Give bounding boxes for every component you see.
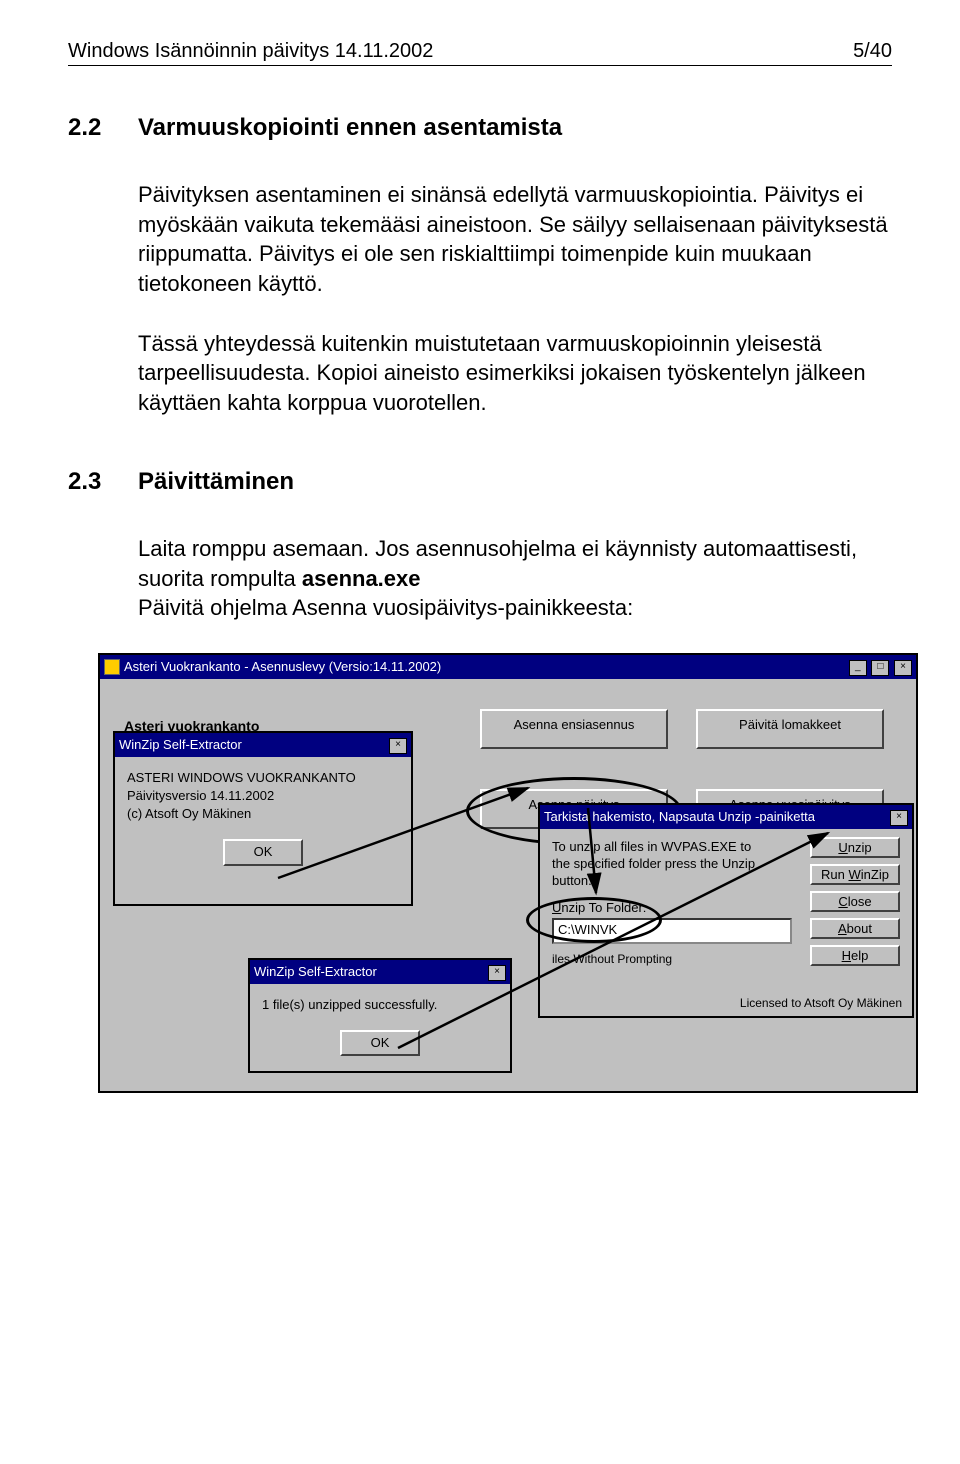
header-right: 5/40 <box>853 40 892 63</box>
update-forms-button[interactable]: Päivitä lomakkeet <box>696 709 884 749</box>
unzip-button[interactable]: Unzip <box>810 837 900 858</box>
self-extractor-info-titlebar: WinZip Self-Extractor × <box>115 733 411 757</box>
header-left: Windows Isännöinnin päivitys 14.11.2002 <box>68 40 433 63</box>
close-icon[interactable]: × <box>894 660 912 676</box>
help-button[interactable]: Help <box>810 945 900 966</box>
unzip-dialog-window: Tarkista hakemisto, Napsauta Unzip -pain… <box>538 803 914 1018</box>
self-extractor-success-window: WinZip Self-Extractor × 1 file(s) unzipp… <box>248 958 512 1073</box>
section-2-3-para1: Laita romppu asemaan. Jos asennusohjelma… <box>138 534 892 593</box>
maximize-icon[interactable]: □ <box>871 660 889 676</box>
section-2-2-para1: Päivityksen asentaminen ei sinänsä edell… <box>138 180 892 299</box>
close-icon[interactable]: × <box>890 810 908 826</box>
unzip-folder-input[interactable]: C:\WINVK <box>552 918 792 944</box>
install-first-button[interactable]: Asenna ensiasennus <box>480 709 668 749</box>
window-controls: _ □ × <box>848 657 912 676</box>
close-button[interactable]: Close <box>810 891 900 912</box>
section-2-2-para2: Tässä yhteydessä kuitenkin muistutetaan … <box>138 329 892 418</box>
unzip-instruction-text: To unzip all files in WVPAS.EXE to the s… <box>552 839 772 890</box>
about-button[interactable]: About <box>810 918 900 939</box>
section-2-3-para2: Päivitä ohjelma Asenna vuosipäivitys-pai… <box>138 593 892 623</box>
ok-button[interactable]: OK <box>340 1030 420 1056</box>
close-icon[interactable]: × <box>488 965 506 981</box>
page-header: Windows Isännöinnin päivitys 14.11.2002 … <box>68 40 892 66</box>
ok-button[interactable]: OK <box>223 839 303 865</box>
section-2-2-heading: 2.2Varmuuskopiointi ennen asentamista <box>68 114 892 142</box>
app-icon <box>104 659 120 675</box>
installer-titlebar: Asteri Vuokrankanto - Asennuslevy (Versi… <box>100 655 916 679</box>
section-2-3-heading: 2.3Päivittäminen <box>68 468 892 496</box>
minimize-icon[interactable]: _ <box>849 660 867 676</box>
license-text: Licensed to Atsoft Oy Mäkinen <box>740 996 902 1010</box>
run-winzip-button[interactable]: Run WinZip <box>810 864 900 885</box>
self-extractor-success-titlebar: WinZip Self-Extractor × <box>250 960 510 984</box>
installer-screenshot: Asteri Vuokrankanto - Asennuslevy (Versi… <box>98 653 918 1133</box>
close-icon[interactable]: × <box>389 738 407 754</box>
self-extractor-info-window: WinZip Self-Extractor × ASTERI WINDOWS V… <box>113 731 413 906</box>
unzip-dialog-titlebar: Tarkista hakemisto, Napsauta Unzip -pain… <box>540 805 912 829</box>
